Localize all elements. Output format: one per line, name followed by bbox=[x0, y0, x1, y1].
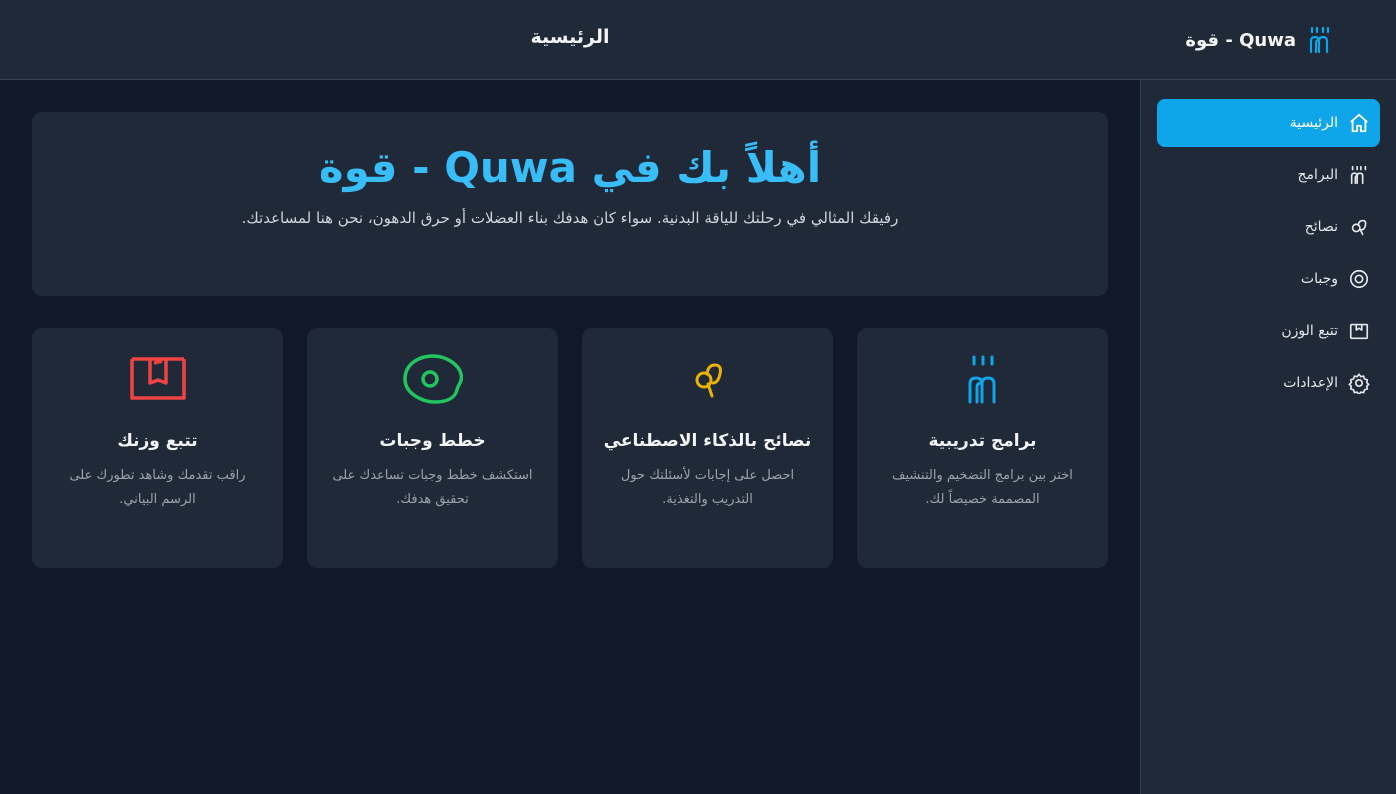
scale-icon bbox=[129, 357, 186, 400]
feature-card-ai-tips[interactable]: نصائح بالذكاء الاصطناعي احصل على إجابات … bbox=[582, 328, 833, 568]
sidebar-item-label: البرامج bbox=[1297, 167, 1338, 183]
welcome-banner: أهلاً بك في Quwa - قوة رفيقك المثالي في … bbox=[32, 112, 1108, 296]
card-title: خطط وجبات bbox=[379, 431, 486, 451]
sidebar-item-settings[interactable]: الإعدادات bbox=[1157, 359, 1380, 407]
sidebar-item-label: تتبع الوزن bbox=[1281, 323, 1338, 339]
feature-card-programs[interactable]: برامج تدريبية اختر بين برامج التضخيم وال… bbox=[857, 328, 1108, 568]
page-title: الرئيسية bbox=[530, 26, 610, 48]
card-title: تتبع وزنك bbox=[117, 431, 198, 451]
dumbbell-icon bbox=[1350, 165, 1367, 185]
dumbbell-icon bbox=[968, 355, 995, 404]
top-bar: Quwa - قوة الرئيسية bbox=[0, 0, 1396, 80]
sidebar: الرئيسية البرامج نصائح وجبات تتبع الوزن bbox=[1140, 80, 1396, 794]
egg-icon bbox=[402, 354, 463, 404]
feature-card-weight[interactable]: تتبع وزنك راقب تقدمك وشاهد تطورك على الر… bbox=[32, 328, 283, 568]
brain-icon bbox=[1351, 219, 1367, 236]
sidebar-item-meals[interactable]: وجبات bbox=[1157, 255, 1380, 303]
home-icon bbox=[1350, 113, 1368, 133]
meal-icon bbox=[1349, 269, 1369, 289]
sidebar-item-label: نصائح bbox=[1304, 219, 1338, 235]
brand[interactable]: Quwa - قوة bbox=[1185, 26, 1332, 54]
sidebar-item-weight[interactable]: تتبع الوزن bbox=[1157, 307, 1380, 355]
welcome-subtitle: رفيقك المثالي في رحلتك للياقة البدنية. س… bbox=[241, 209, 899, 227]
sidebar-item-home[interactable]: الرئيسية bbox=[1157, 99, 1380, 147]
sidebar-item-label: الرئيسية bbox=[1289, 115, 1338, 131]
sidebar-item-tips[interactable]: نصائح bbox=[1157, 203, 1380, 251]
gear-icon bbox=[1348, 372, 1370, 394]
welcome-title: أهلاً بك في Quwa - قوة bbox=[318, 143, 822, 192]
sidebar-item-programs[interactable]: البرامج bbox=[1157, 151, 1380, 199]
sidebar-item-label: وجبات bbox=[1300, 271, 1338, 287]
dumbbell-icon bbox=[1309, 26, 1330, 54]
card-title: نصائح بالذكاء الاصطناعي bbox=[603, 431, 812, 451]
brand-name: Quwa - قوة bbox=[1185, 29, 1296, 51]
card-description: احصل على إجابات لأسئلتك حول التدريب والت… bbox=[620, 468, 795, 507]
card-description: راقب تقدمك وشاهد تطورك على الرسم البياني… bbox=[69, 468, 246, 507]
card-description: استكشف خطط وجبات تساعدك على تحقيق هدفك. bbox=[332, 468, 533, 507]
brain-icon bbox=[695, 363, 722, 398]
feature-cards: برامج تدريبية اختر بين برامج التضخيم وال… bbox=[32, 328, 1108, 568]
sidebar-item-label: الإعدادات bbox=[1283, 375, 1338, 391]
scale-icon bbox=[1349, 323, 1369, 340]
main-content: أهلاً بك في Quwa - قوة رفيقك المثالي في … bbox=[32, 112, 1108, 568]
feature-card-meals[interactable]: خطط وجبات استكشف خطط وجبات تساعدك على تح… bbox=[307, 328, 558, 568]
card-title: برامج تدريبية bbox=[928, 431, 1037, 451]
card-description: اختر بين برامج التضخيم والتنشيف المصممة … bbox=[892, 468, 1073, 507]
